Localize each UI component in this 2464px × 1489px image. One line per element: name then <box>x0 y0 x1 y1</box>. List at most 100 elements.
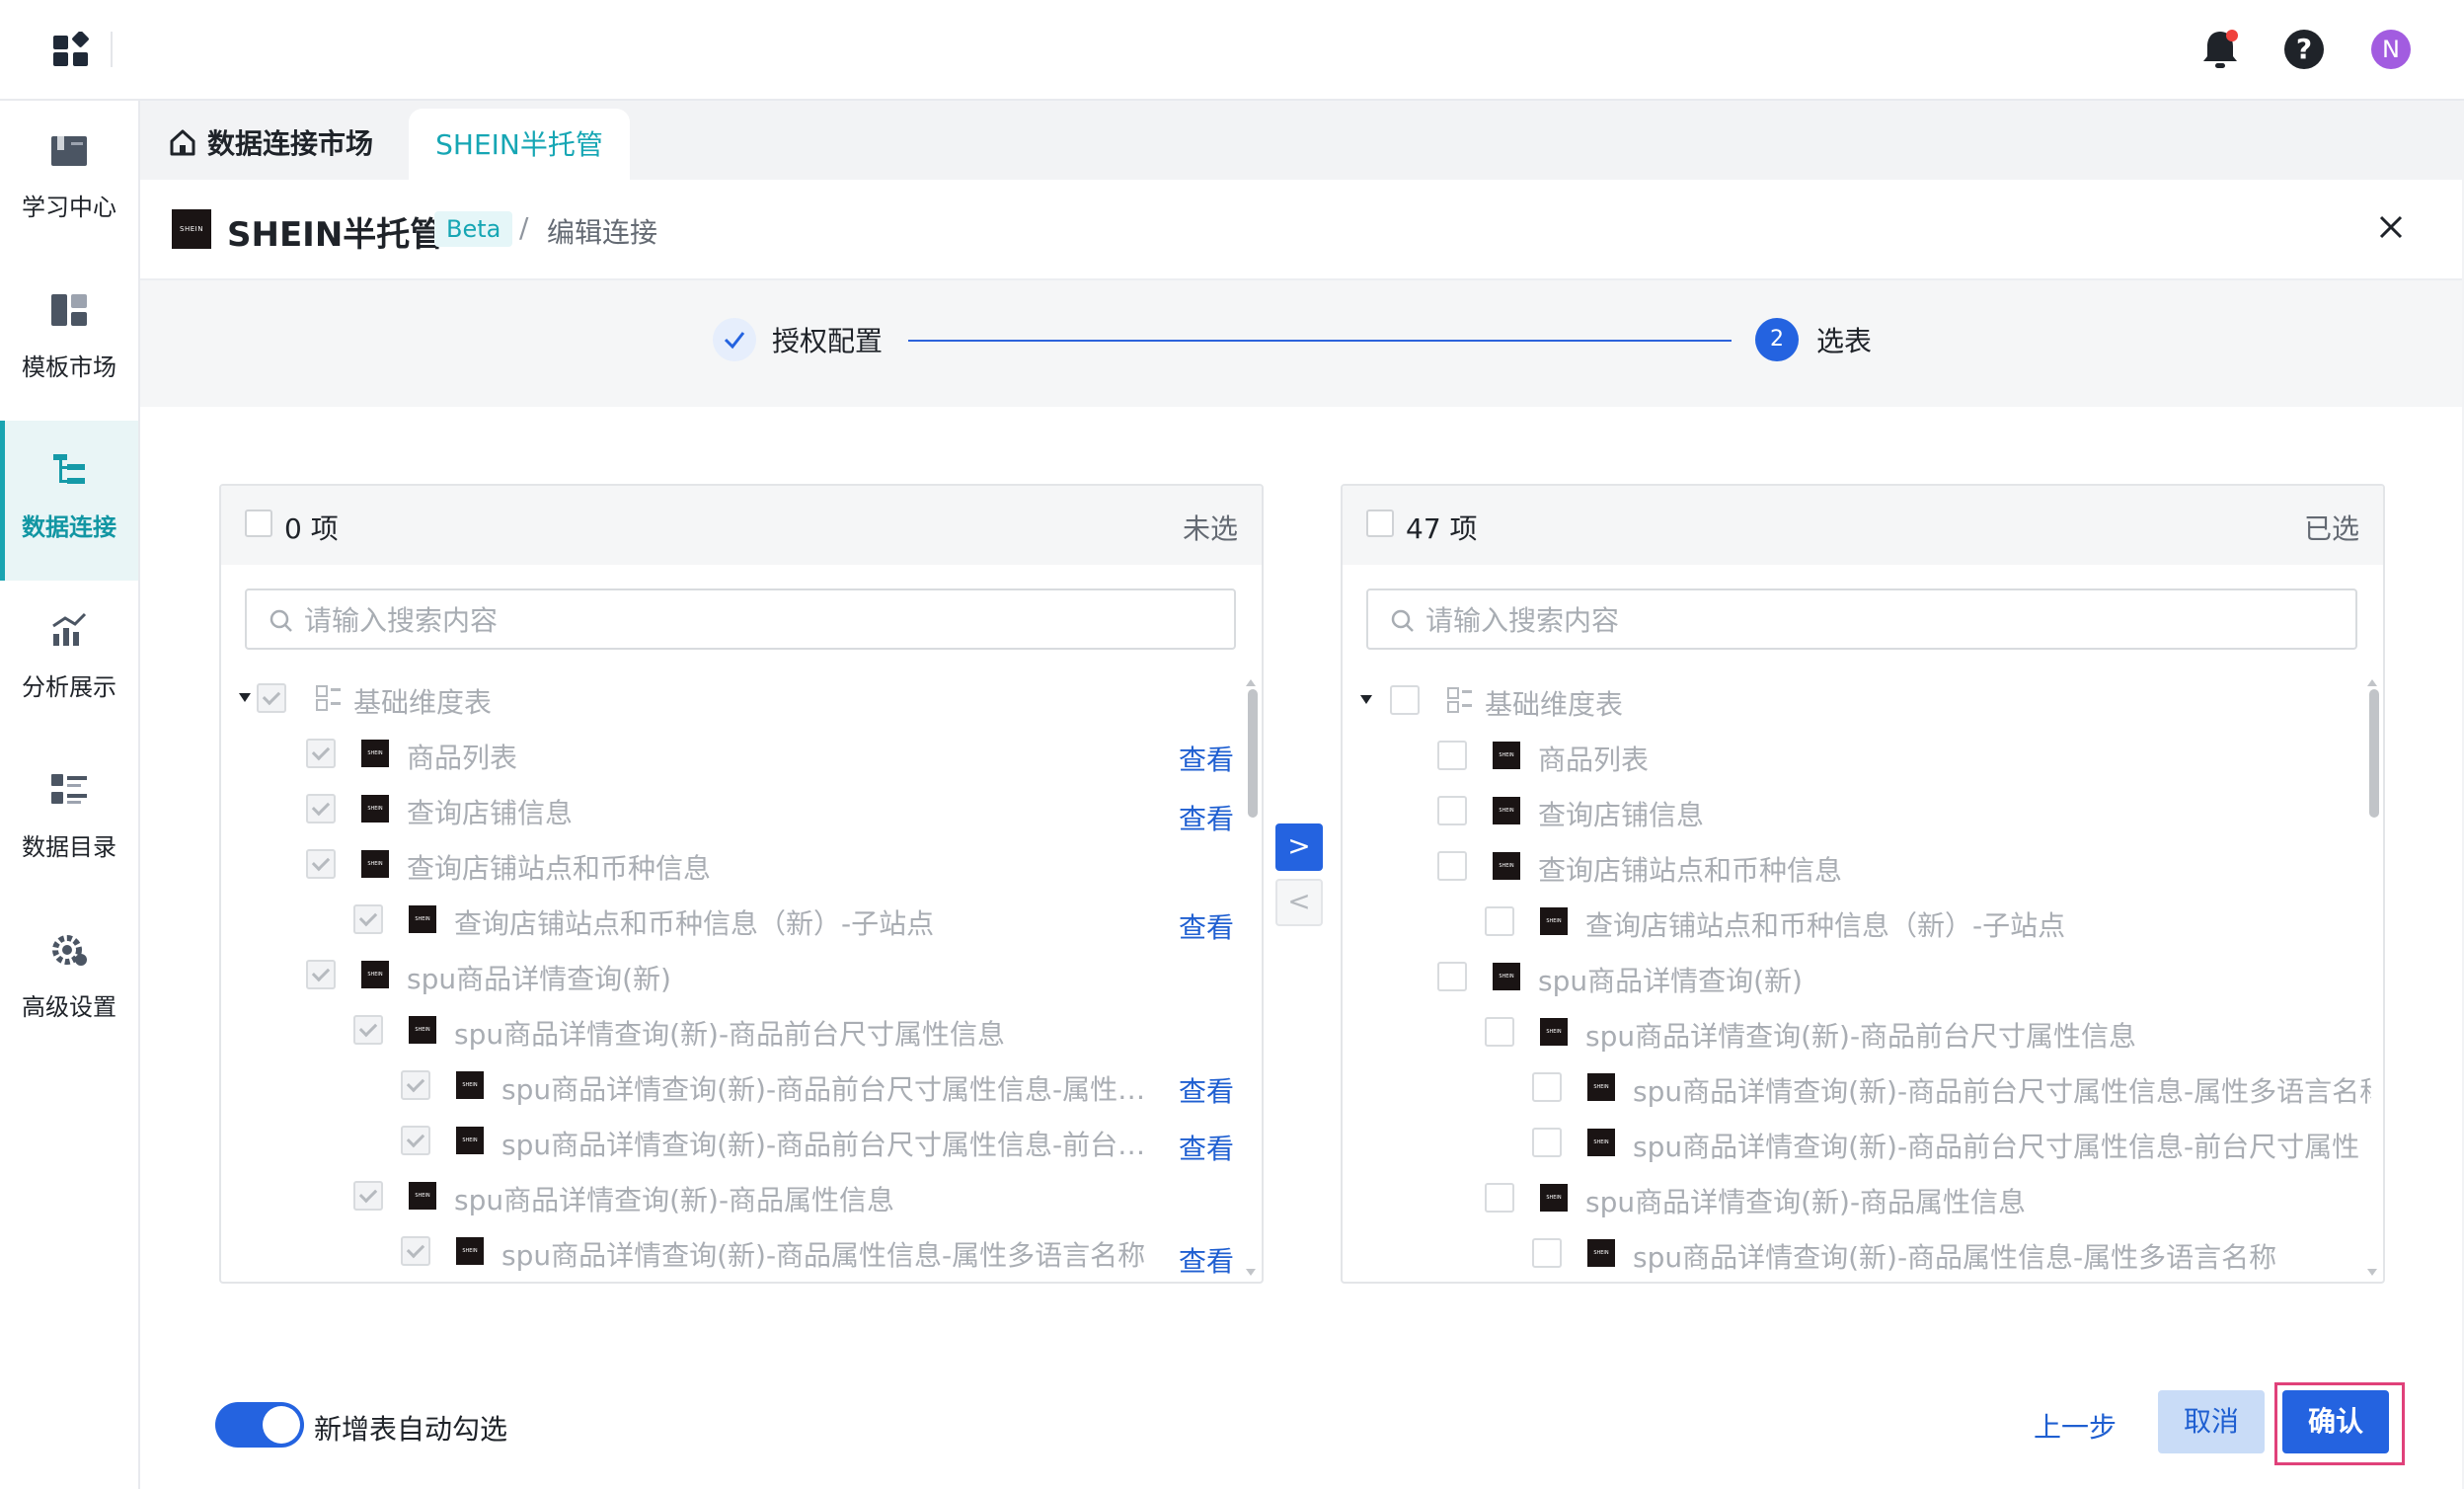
caret-down-icon[interactable] <box>1360 695 1372 704</box>
left-tree-item[interactable]: SHEIN spu商品详情查询(新)-商品属性信息 <box>221 1177 1258 1216</box>
check-icon <box>713 318 756 361</box>
right-state-label: 已选 <box>2303 512 2359 545</box>
tree-checkbox[interactable] <box>401 1070 430 1100</box>
close-icon[interactable] <box>2375 211 2407 243</box>
table-name: spu商品详情查询(新)-商品前台尺寸属性信息-前台尺寸属性 <box>501 1129 1165 1161</box>
tree-checkbox[interactable] <box>353 904 383 934</box>
help-icon[interactable]: ? <box>2284 30 2324 69</box>
right-tree-item[interactable]: SHEIN spu商品详情查询(新)-商品前台尺寸属性信息-属性多语言名称 <box>1343 1068 2383 1108</box>
auto-select-toggle[interactable] <box>215 1402 304 1448</box>
left-tree-item[interactable]: SHEIN 查询店铺站点和币种信息（新）-子站点 查看 <box>221 901 1258 944</box>
tree-checkbox[interactable] <box>1390 685 1420 715</box>
tree-checkbox[interactable] <box>353 1015 383 1045</box>
previous-step-button[interactable]: 上一步 <box>2034 1406 2117 1446</box>
right-count: 47 项 <box>1406 512 1478 545</box>
left-tree-item[interactable]: SHEIN spu商品详情查询(新) <box>221 956 1258 995</box>
sidebar-item-catalog[interactable]: 数据目录 <box>0 741 138 901</box>
scroll-down-arrow[interactable] <box>2367 1269 2377 1276</box>
right-select-all-checkbox[interactable] <box>1366 509 1394 537</box>
left-search-input[interactable] <box>302 598 1194 642</box>
left-tree-root[interactable]: 基础维度表 <box>221 679 1208 719</box>
left-tree-item[interactable]: SHEIN spu商品详情查询(新)-商品前台尺寸属性信息-前台尺寸属性 查看 <box>221 1122 1258 1165</box>
table-group-icon <box>316 685 341 711</box>
tree-checkbox[interactable] <box>353 1181 383 1211</box>
avatar[interactable]: N <box>2371 30 2411 69</box>
left-scrollbar-thumb[interactable] <box>1248 689 1258 818</box>
tree-checkbox[interactable] <box>257 683 286 713</box>
tree-checkbox[interactable] <box>1532 1238 1562 1268</box>
table-name: 查询店铺站点和币种信息（新）-子站点 <box>1585 909 2066 942</box>
right-tree-item[interactable]: SHEIN 查询店铺信息 <box>1343 792 2383 831</box>
tree-checkbox[interactable] <box>306 794 336 823</box>
left-select-all-checkbox[interactable] <box>245 509 272 537</box>
left-tree-item[interactable]: SHEIN 查询店铺信息 查看 <box>221 790 1258 835</box>
table-name: spu商品详情查询(新)-商品前台尺寸属性信息-属性多语言名称 <box>1633 1075 2371 1108</box>
tree-checkbox[interactable] <box>401 1236 430 1266</box>
tab-shein[interactable]: SHEIN半托管 <box>409 109 630 182</box>
right-tree-item[interactable]: SHEIN 商品列表 <box>1343 737 2383 776</box>
left-tree-item[interactable]: SHEIN spu商品详情查询(新)-商品前台尺寸属性信息-属性多语言名称 查看 <box>221 1066 1258 1108</box>
right-tree-item[interactable]: SHEIN spu商品详情查询(新)-商品属性信息-属性多语言名称 <box>1343 1234 2383 1274</box>
view-link[interactable]: 查看 <box>1179 739 1234 778</box>
bell-icon[interactable] <box>2199 28 2241 71</box>
right-tree-item[interactable]: SHEIN spu商品详情查询(新)-商品前台尺寸属性信息 <box>1343 1013 2383 1053</box>
scroll-up-arrow[interactable] <box>1246 679 1256 686</box>
left-tree-item[interactable]: SHEIN 查询店铺站点和币种信息 <box>221 845 1258 885</box>
shein-logo-icon: SHEIN <box>1587 1073 1615 1101</box>
right-tree-item[interactable]: SHEIN spu商品详情查询(新)-商品属性信息 <box>1343 1179 2383 1218</box>
sidebar-item-learning[interactable]: 学习中心 <box>0 101 138 261</box>
view-link[interactable]: 查看 <box>1179 1240 1234 1280</box>
view-link[interactable]: 查看 <box>1179 906 1234 946</box>
beta-badge: Beta <box>434 211 513 247</box>
tree-checkbox[interactable] <box>1485 1183 1514 1213</box>
table-name: 商品列表 <box>1538 744 1650 776</box>
left-tree-item[interactable]: SHEIN 商品列表 查看 <box>221 735 1258 776</box>
tree-checkbox[interactable] <box>1532 1128 1562 1157</box>
right-tree-item[interactable]: SHEIN spu商品详情查询(新) <box>1343 958 2383 997</box>
tree-checkbox[interactable] <box>1437 796 1467 825</box>
table-name: spu商品详情查询(新)-商品属性信息 <box>454 1184 895 1216</box>
shein-logo-icon: SHEIN <box>1540 1184 1568 1212</box>
view-link[interactable]: 查看 <box>1179 1128 1234 1167</box>
shein-logo-icon: SHEIN <box>361 961 389 988</box>
table-name: 查询店铺站点和币种信息（新）-子站点 <box>454 907 935 940</box>
settings-gear-icon <box>52 935 87 966</box>
view-link[interactable]: 查看 <box>1179 1070 1234 1110</box>
confirm-button[interactable]: 确认 <box>2282 1390 2389 1453</box>
step-auth-label[interactable]: 授权配置 <box>772 320 883 359</box>
sidebar-item-data-connection[interactable]: 数据连接 <box>0 421 138 581</box>
tree-checkbox[interactable] <box>306 739 336 768</box>
scroll-up-arrow[interactable] <box>2367 679 2377 686</box>
sidebar-item-templates[interactable]: 模板市场 <box>0 261 138 421</box>
left-tree-item[interactable]: SHEIN spu商品详情查询(新)-商品属性信息-属性多语言名称 查看 <box>221 1232 1258 1278</box>
tree-checkbox[interactable] <box>306 849 336 879</box>
app-grid-icon[interactable] <box>53 32 89 67</box>
right-tree-item[interactable]: SHEIN spu商品详情查询(新)-商品前台尺寸属性信息-前台尺寸属性 <box>1343 1124 2383 1163</box>
caret-down-icon[interactable] <box>239 693 251 702</box>
left-tree-item[interactable]: SHEIN spu商品详情查询(新)-商品前台尺寸属性信息 <box>221 1011 1258 1051</box>
tab-data-market[interactable]: 数据连接市场 <box>168 122 373 162</box>
right-tree-item[interactable]: SHEIN 查询店铺站点和币种信息 <box>1343 847 2383 887</box>
cancel-button[interactable]: 取消 <box>2158 1390 2265 1453</box>
sidebar-item-analytics[interactable]: 分析展示 <box>0 581 138 741</box>
right-tree-item[interactable]: SHEIN 查询店铺站点和币种信息（新）-子站点 <box>1343 902 2383 942</box>
right-search-input[interactable] <box>1424 598 2316 642</box>
tree-checkbox[interactable] <box>1437 851 1467 881</box>
tree-checkbox[interactable] <box>1437 962 1467 991</box>
tree-checkbox[interactable] <box>401 1126 430 1155</box>
tree-checkbox[interactable] <box>1532 1072 1562 1102</box>
scroll-down-arrow[interactable] <box>1246 1269 1256 1276</box>
tree-checkbox[interactable] <box>1485 1017 1514 1047</box>
move-right-button[interactable]: > <box>1275 823 1323 871</box>
sidebar-item-advanced-settings[interactable]: 高级设置 <box>0 901 138 1060</box>
tree-checkbox[interactable] <box>1437 741 1467 770</box>
right-tree-root[interactable]: 基础维度表 <box>1343 681 2330 721</box>
move-left-button[interactable]: < <box>1275 879 1323 926</box>
shein-logo-icon: SHEIN <box>1540 907 1568 935</box>
view-link[interactable]: 查看 <box>1179 798 1234 837</box>
shein-logo-icon: SHEIN <box>1493 797 1520 824</box>
tree-checkbox[interactable] <box>1485 906 1514 936</box>
shein-logo-icon: SHEIN <box>409 905 436 933</box>
tree-checkbox[interactable] <box>306 960 336 989</box>
right-scrollbar-thumb[interactable] <box>2369 689 2379 818</box>
